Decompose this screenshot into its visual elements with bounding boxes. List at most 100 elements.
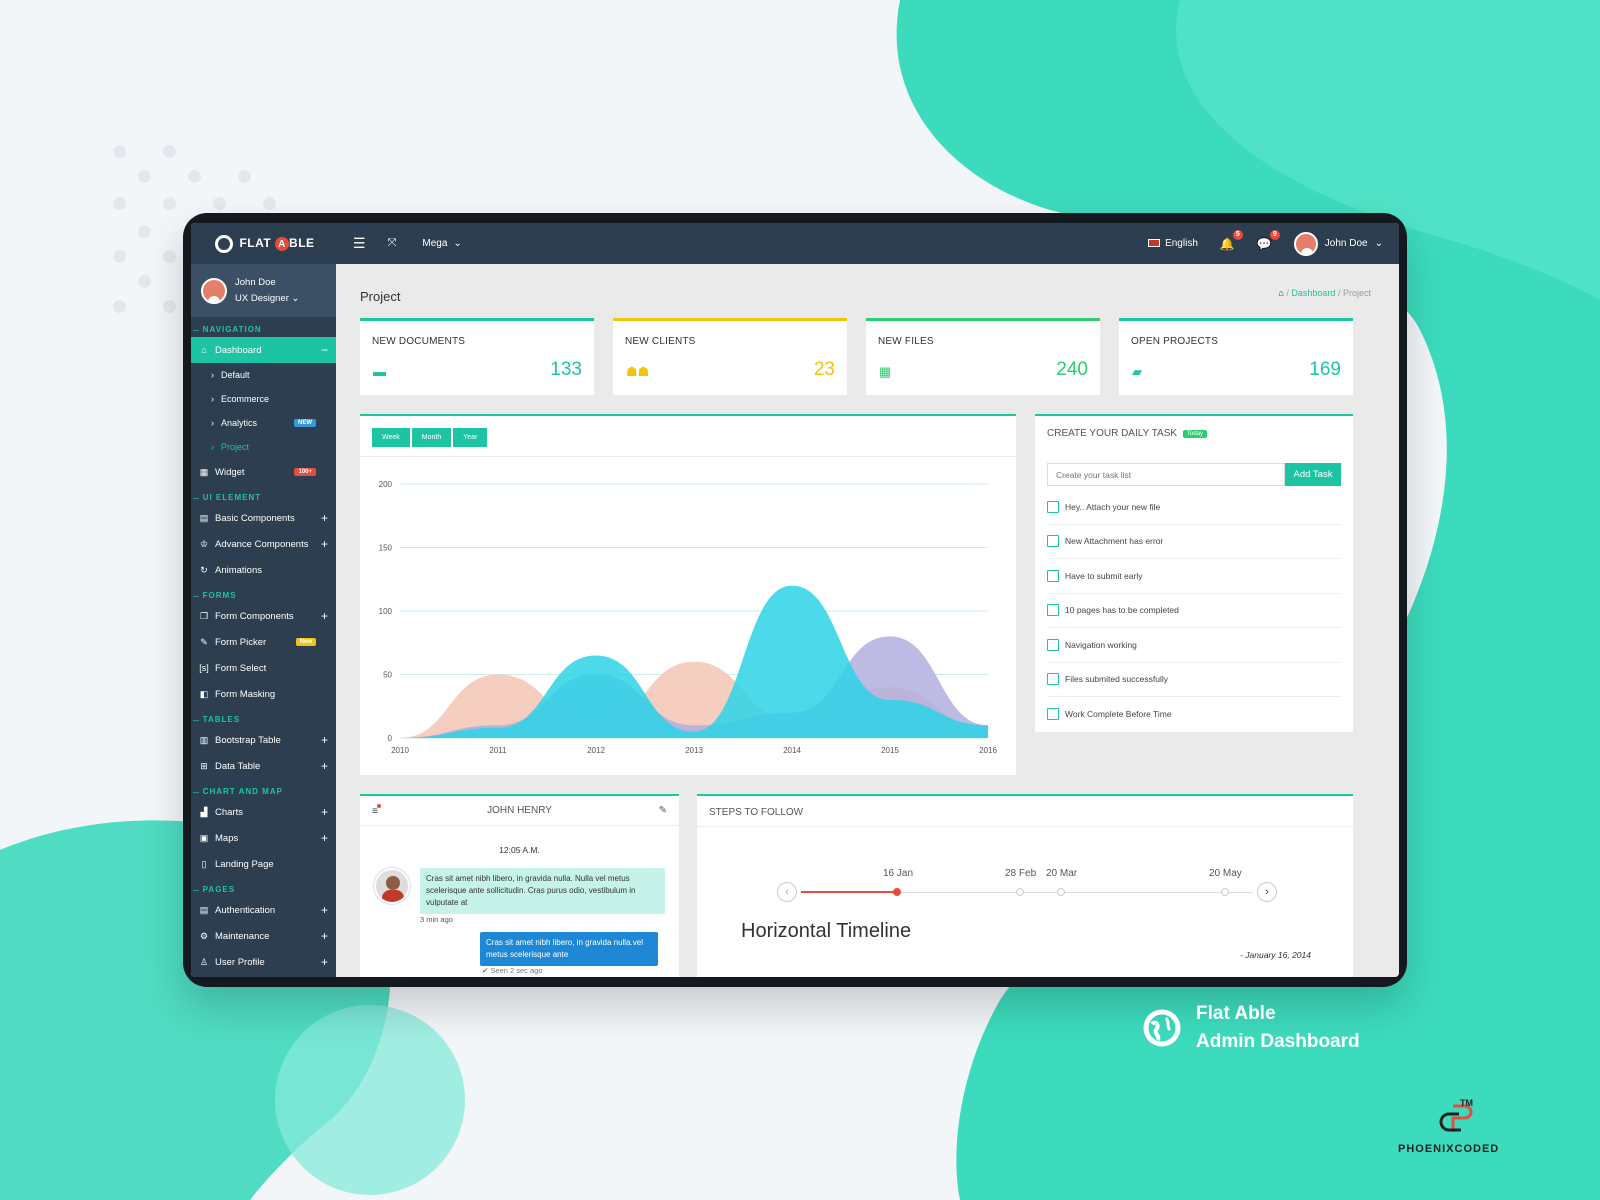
- x-tick-label: 2015: [881, 746, 899, 755]
- sidebar-item-analytics[interactable]: › Analytics NEW: [191, 411, 336, 435]
- timeline-next-button[interactable]: ›: [1257, 882, 1277, 902]
- device-frame: FLAT A BLE ☰ ⤧ Mega ⌄ English 🔔 5 💬 9 John …: [183, 213, 1407, 987]
- stat-label: OPEN PROJECTS: [1131, 336, 1219, 347]
- users-icon: ☗☗: [626, 364, 650, 379]
- sidebar-item-label: Charts: [215, 806, 243, 818]
- sidebar-item-basic-components[interactable]: ▤ Basic Components +: [191, 505, 336, 531]
- refresh-icon: ↻: [200, 564, 208, 575]
- mega-menu-dropdown[interactable]: Mega ⌄: [422, 238, 461, 249]
- sidebar-item-form-select[interactable]: [s] Form Select: [191, 655, 336, 681]
- stat-card-new-documents: NEW DOCUMENTS ▬ 133: [360, 318, 594, 395]
- grid-icon: ▦: [199, 466, 209, 477]
- timeline-prev-button[interactable]: ‹: [777, 882, 797, 902]
- sidebar-item-data-table[interactable]: ⊞ Data Table +: [191, 753, 336, 779]
- user-menu[interactable]: John Doe ⌄: [1293, 231, 1383, 256]
- steps-title: STEPS TO FOLLOW: [709, 807, 804, 818]
- sidebar-item-form-picker[interactable]: ✎ Form Picker New: [191, 629, 336, 655]
- task-label: 10 pages has to be completed: [1065, 605, 1179, 616]
- task-checkbox[interactable]: [1047, 708, 1059, 721]
- sidebar-item-authentication[interactable]: ▤ Authentication +: [191, 897, 336, 923]
- pencil-icon[interactable]: ✎: [659, 805, 667, 816]
- breadcrumb-current: Project: [1342, 288, 1371, 298]
- sidebar-item-user-profile[interactable]: ♙ User Profile +: [191, 949, 336, 975]
- message-count-badge: 9: [1269, 229, 1280, 240]
- menu-icon[interactable]: ≡: [372, 804, 381, 817]
- list-item: Work Complete Before Time: [1047, 697, 1341, 732]
- chart-card: Week Month Year 0 50 100 150 200 2010 2011 2012…: [360, 414, 1016, 775]
- profile-name: John Doe: [235, 276, 276, 288]
- timeline-date[interactable]: 20 May: [1209, 868, 1242, 879]
- timeline-date[interactable]: 28 Feb: [1005, 868, 1036, 879]
- outgoing-message: Cras sit amet nibh libero, in gravida nu…: [480, 932, 658, 966]
- chevron-down-icon: ⌄: [1374, 238, 1383, 249]
- task-checkbox[interactable]: [1047, 500, 1059, 513]
- id-card-icon: ▤: [199, 904, 209, 915]
- sidebar-item-form-masking[interactable]: ◧ Form Masking: [191, 681, 336, 707]
- sidebar-item-label: Advance Components: [215, 538, 309, 550]
- sidebar-item-label: Bootstrap Table: [215, 734, 281, 746]
- task-label: Files submited successfully: [1065, 674, 1168, 685]
- sidebar-item-default[interactable]: › Default: [191, 363, 336, 387]
- sidebar-item-label: Form Select: [215, 662, 267, 674]
- timeline-dot-active[interactable]: [893, 888, 901, 896]
- task-checkbox[interactable]: [1047, 569, 1059, 582]
- notification-bell-icon[interactable]: 🔔 5: [1220, 229, 1243, 251]
- sidebar-item-maps[interactable]: ▣ Maps +: [191, 825, 336, 851]
- chevron-right-icon: ›: [211, 370, 214, 380]
- x-tick-label: 2014: [783, 746, 801, 755]
- task-checkbox[interactable]: [1047, 638, 1059, 651]
- plus-icon: +: [320, 537, 328, 551]
- x-tick-label: 2016: [979, 746, 997, 755]
- sidebar-item-project[interactable]: › Project: [191, 435, 336, 459]
- steps-card: STEPS TO FOLLOW ‹ › 16 Jan 28 Feb 20 Mar…: [697, 794, 1353, 977]
- message-icon[interactable]: 💬 9: [1257, 229, 1280, 251]
- seen-time: Seen 2 sec ago: [490, 966, 543, 975]
- edit-icon: ✎: [200, 636, 208, 647]
- sidebar-item-bootstrap-table[interactable]: ▥ Bootstrap Table +: [191, 727, 336, 753]
- sidebar-item-animations[interactable]: ↻ Animations: [191, 557, 336, 583]
- plus-icon: +: [320, 511, 328, 525]
- sidebar-item-advance-components[interactable]: ♔ Advance Components +: [191, 531, 336, 557]
- task-checkbox[interactable]: [1047, 535, 1059, 548]
- stat-label: NEW CLIENTS: [625, 336, 696, 347]
- chevron-right-icon: ›: [211, 394, 214, 404]
- brand-block: Flat Able Admin Dashboard: [1142, 1000, 1360, 1056]
- grid-icon: ⊞: [200, 760, 208, 771]
- chat-avatar: [374, 868, 410, 904]
- sidebar-item-label: Analytics: [221, 418, 258, 428]
- stat-label: NEW FILES: [878, 336, 934, 347]
- sidebar-item-label: Animations: [215, 564, 262, 576]
- dashboard-screen: FLAT A BLE ☰ ⤧ Mega ⌄ English 🔔 5 💬 9 John …: [191, 223, 1399, 977]
- task-checkbox[interactable]: [1047, 604, 1059, 617]
- timeline-dot[interactable]: [1057, 888, 1065, 896]
- timeline-date[interactable]: 16 Jan: [883, 868, 913, 879]
- sidebar-item-label: Default: [221, 370, 250, 380]
- sidebar-item-dashboard[interactable]: ⌂ Dashboard −: [191, 337, 336, 363]
- task-checkbox[interactable]: [1047, 673, 1059, 686]
- sidebar-item-label: Form Components: [215, 610, 294, 622]
- sidebar-item-maintenance[interactable]: ⚙ Maintenance +: [191, 923, 336, 949]
- timeline-dot[interactable]: [1016, 888, 1024, 896]
- sidebar-item-widget[interactable]: ▦ Widget 100+: [191, 459, 336, 485]
- home-icon[interactable]: ⌂: [1278, 288, 1283, 298]
- table-icon: ▥: [199, 734, 209, 745]
- y-tick-label: 150: [379, 544, 393, 553]
- language-selector[interactable]: English: [1148, 238, 1198, 249]
- breadcrumb-dashboard[interactable]: Dashboard: [1291, 288, 1335, 298]
- book-icon: ◧: [199, 688, 209, 699]
- timeline-dot[interactable]: [1221, 888, 1229, 896]
- sidebar-item-landing-page[interactable]: ▯ Landing Page: [191, 851, 336, 877]
- fullscreen-icon[interactable]: ⤧: [388, 237, 397, 250]
- sidebar-profile[interactable]: John Doe UX Designer ⌄: [191, 264, 336, 317]
- task-input[interactable]: [1047, 463, 1285, 486]
- menu-toggle-icon[interactable]: ☰: [353, 235, 366, 252]
- timeline-date[interactable]: 20 Mar: [1046, 868, 1077, 879]
- sidebar-item-ecommerce[interactable]: › Ecommerce: [191, 387, 336, 411]
- sidebar-item-label: Widget: [215, 466, 245, 478]
- plus-icon: +: [320, 929, 328, 943]
- app-logo[interactable]: FLAT A BLE: [191, 234, 339, 253]
- add-task-button[interactable]: Add Task: [1285, 463, 1341, 486]
- sidebar-item-charts[interactable]: ▟ Charts +: [191, 799, 336, 825]
- plus-icon: +: [320, 759, 328, 773]
- sidebar-item-form-components[interactable]: ❐ Form Components +: [191, 603, 336, 629]
